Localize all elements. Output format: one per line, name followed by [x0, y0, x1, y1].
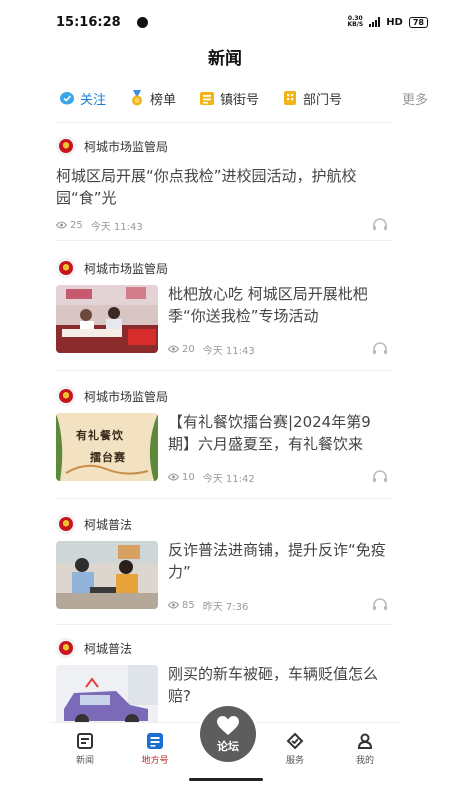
- heart-icon: [217, 715, 239, 735]
- source-name: 柯城市场监管局: [84, 139, 169, 154]
- nav-label: 我的: [355, 755, 374, 766]
- forum-label: 论坛: [217, 739, 239, 753]
- headphones-icon[interactable]: [372, 469, 388, 486]
- source-name: 柯城市场监管局: [84, 389, 169, 404]
- article-title: 反诈普法进商铺，提升反诈“免疫力”: [168, 541, 386, 581]
- view-count: 85: [182, 599, 195, 611]
- news-feed: 柯城市场监管局 柯城区局开展“你点我检”进校园活动，护航校园“食”光 25 今天…: [56, 122, 392, 735]
- eye-icon: [56, 221, 67, 229]
- source-logo: [56, 258, 76, 278]
- nav-service[interactable]: 服务: [260, 723, 330, 774]
- net-speed-unit: KB/S: [347, 21, 364, 28]
- net-speed: 0.30 KB/S: [347, 16, 363, 28]
- eye-icon: [168, 601, 179, 609]
- profile-icon: [357, 733, 373, 749]
- headphones-icon[interactable]: [372, 341, 388, 358]
- news-icon: [77, 732, 93, 749]
- view-count: 20: [182, 343, 195, 355]
- status-bar: 15:16:28 0.30 KB/S HD 78: [0, 0, 450, 44]
- headphones-icon[interactable]: [372, 217, 388, 234]
- publish-time: 今天 11:42: [202, 473, 255, 485]
- article-meta: 25 今天 11:43: [56, 215, 392, 235]
- poster-image: 有礼餐饮 擂台赛: [56, 413, 158, 481]
- category-tabs: 关注 榜单 镇街号 部门号 更多: [58, 84, 428, 112]
- source-logo: [56, 136, 76, 156]
- page-title: 新闻: [208, 49, 242, 69]
- network-type: HD: [386, 16, 403, 28]
- article-title: 刚买的新车被砸，车辆贬值怎么赔?: [168, 665, 379, 705]
- more-link[interactable]: 更多: [402, 89, 428, 108]
- publish-time: 今天 11:43: [90, 221, 143, 233]
- views: 10: [168, 472, 195, 483]
- article-title: 柯城区局开展“你点我检”进校园活动，护航校园“食”光: [56, 167, 357, 207]
- status-time: 15:16:28: [56, 14, 121, 30]
- notification-dot-icon: [136, 16, 148, 28]
- article-card[interactable]: 柯城普法 反诈普法进商铺，提升反诈“免疫力” 85 昨天 7:36: [56, 498, 392, 624]
- article-meta: 10 今天 11:42: [168, 467, 392, 487]
- publish-time: 今天 11:43: [202, 345, 255, 357]
- view-count: 25: [70, 219, 83, 231]
- article-title: 枇杷放心吃 柯城区局开展枇杷季“你送我检”专场活动: [168, 285, 368, 325]
- tab-town[interactable]: 镇街号: [198, 89, 259, 108]
- medal-icon: [128, 89, 146, 107]
- poster-line-2: 擂台赛: [90, 451, 126, 464]
- battery-icon: 78: [408, 16, 428, 28]
- article-source[interactable]: 柯城普法: [56, 509, 392, 539]
- tab-label: 镇街号: [220, 92, 260, 108]
- nav-label: 服务: [285, 755, 304, 766]
- header: 新闻: [0, 44, 450, 74]
- poster-line-1: 有礼餐饮: [76, 429, 124, 442]
- eye-icon: [168, 345, 179, 353]
- publish-time: 昨天 7:36: [202, 601, 249, 613]
- eye-icon: [168, 473, 179, 481]
- home-indicator: [189, 778, 263, 781]
- source-name: 柯城普法: [84, 517, 133, 532]
- follow-icon: [58, 89, 76, 107]
- source-name: 柯城市场监管局: [84, 261, 169, 276]
- article-card[interactable]: 柯城市场监管局 枇杷放心吃 柯城区局开展枇杷季“你送我检”专场活动 20 今天 …: [56, 240, 392, 370]
- article-source[interactable]: 柯城市场监管局: [56, 381, 392, 411]
- views: 20: [168, 344, 195, 355]
- article-source[interactable]: 柯城市场监管局: [56, 131, 392, 161]
- forum-button[interactable]: 论坛: [200, 706, 256, 762]
- tab-label: 榜单: [150, 92, 177, 108]
- tab-label: 部门号: [303, 92, 343, 108]
- views: 25: [56, 220, 83, 231]
- article-card[interactable]: 柯城市场监管局 柯城区局开展“你点我检”进校园活动，护航校园“食”光 25 今天…: [56, 122, 392, 240]
- inspection-booth-photo: [56, 285, 158, 353]
- source-logo: [56, 638, 76, 658]
- tab-label: 关注: [80, 92, 107, 108]
- local-icon: [147, 732, 163, 749]
- nav-profile[interactable]: 我的: [330, 723, 400, 774]
- source-logo: [56, 386, 76, 406]
- department-icon: [281, 89, 299, 107]
- view-count: 10: [182, 471, 195, 483]
- signal-icon: [369, 17, 381, 27]
- police-shop-photo: [56, 541, 158, 609]
- town-icon: [198, 89, 216, 107]
- headphones-icon[interactable]: [372, 597, 388, 614]
- status-indicators: 0.30 KB/S HD 78: [347, 16, 428, 28]
- source-logo: [56, 514, 76, 534]
- views: 85: [168, 600, 195, 611]
- article-title: 【有礼餐饮擂台赛|2024年第9期】六月盛夏至，有礼餐饮来: [168, 413, 371, 453]
- source-name: 柯城普法: [84, 641, 133, 656]
- nav-news[interactable]: 新闻: [50, 723, 120, 774]
- nav-label: 地方号: [141, 755, 169, 766]
- article-meta: 20 今天 11:43: [168, 339, 392, 359]
- tab-ranking[interactable]: 榜单: [128, 89, 176, 108]
- nav-local[interactable]: 地方号: [120, 723, 190, 774]
- tab-department[interactable]: 部门号: [281, 89, 342, 108]
- article-source[interactable]: 柯城普法: [56, 633, 392, 663]
- tab-follow[interactable]: 关注: [58, 89, 106, 108]
- article-card[interactable]: 柯城市场监管局 有礼餐饮 擂台赛 【有礼餐饮擂台赛|2024年第9期】六月盛夏至…: [56, 370, 392, 498]
- article-meta: 85 昨天 7:36: [168, 595, 392, 615]
- nav-label: 新闻: [75, 755, 94, 766]
- service-icon: [286, 732, 304, 749]
- article-source[interactable]: 柯城市场监管局: [56, 253, 392, 283]
